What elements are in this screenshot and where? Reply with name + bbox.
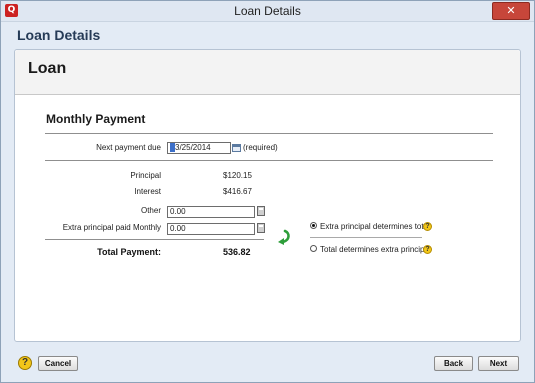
options-divider	[310, 237, 422, 238]
cancel-button[interactable]: Cancel	[38, 356, 78, 371]
back-button[interactable]: Back	[434, 356, 473, 371]
extra-principal-label: Extra principal paid Monthly	[62, 223, 161, 232]
panel-title: Loan	[28, 60, 67, 77]
interest-value: $416.67	[223, 187, 252, 196]
help-icon[interactable]: ?	[423, 245, 432, 254]
other-label: Other	[140, 206, 161, 215]
calculator-icon[interactable]	[257, 223, 265, 233]
next-button[interactable]: Next	[478, 356, 519, 371]
panel-header: Loan	[15, 50, 520, 95]
extra-determines-total-radio[interactable]	[310, 222, 317, 229]
next-payment-date-input[interactable]: 3/25/2014	[167, 142, 231, 154]
title-bar: Q Loan Details ✕	[1, 1, 534, 22]
extra-principal-input[interactable]: 0.00	[167, 223, 255, 235]
loan-details-window: Q Loan Details ✕ Loan Details Loan Month…	[0, 0, 535, 383]
section-title: Monthly Payment	[46, 112, 146, 126]
extra-determines-total-label[interactable]: Extra principal determines total	[320, 222, 430, 231]
required-note: (required)	[243, 143, 278, 152]
help-icon[interactable]: ?	[423, 222, 432, 231]
close-button[interactable]: ✕	[492, 2, 530, 20]
total-divider	[45, 239, 264, 240]
total-payment-label: Total Payment:	[97, 247, 161, 257]
principal-value: $120.15	[223, 171, 252, 180]
help-icon[interactable]: ?	[18, 356, 32, 370]
window-title: Loan Details	[234, 4, 301, 18]
total-determines-extra-radio[interactable]	[310, 245, 317, 252]
total-payment-value: 536.82	[223, 247, 251, 257]
loan-panel: Loan Monthly Payment Next payment due 3/…	[14, 49, 521, 342]
section-divider	[45, 133, 493, 134]
next-payment-divider	[45, 160, 493, 161]
interest-label: Interest	[134, 187, 161, 196]
next-payment-label: Next payment due	[96, 143, 161, 152]
page-heading: Loan Details	[17, 27, 101, 43]
calendar-icon[interactable]	[232, 144, 241, 152]
other-input[interactable]: 0.00	[167, 206, 255, 218]
recalculate-arrow-icon	[278, 229, 290, 245]
next-payment-date-value: 3/25/2014	[175, 143, 211, 152]
calculator-icon[interactable]	[257, 206, 265, 216]
total-determines-extra-label[interactable]: Total determines extra principal	[320, 245, 431, 254]
bottom-bar: ? Cancel Back Next	[1, 351, 534, 382]
principal-label: Principal	[130, 171, 161, 180]
